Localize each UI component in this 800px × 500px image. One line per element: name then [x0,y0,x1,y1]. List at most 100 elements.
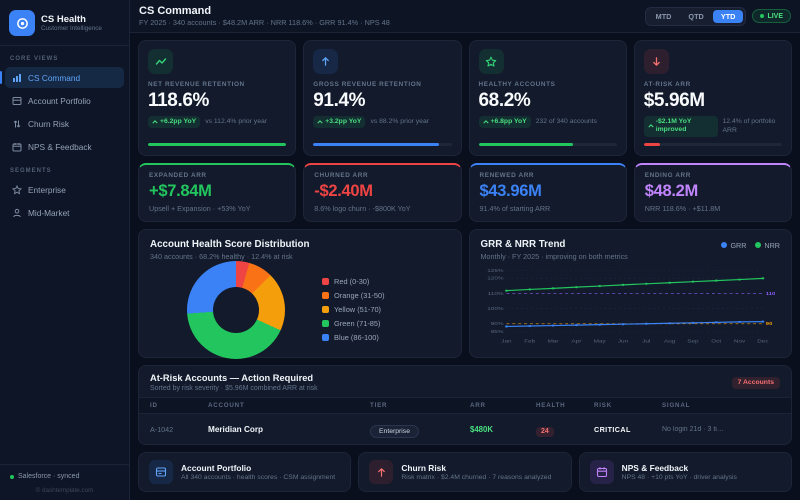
kpi-row: NET REVENUE RETENTION 118.6% +6.2pp YoY … [138,40,792,156]
svg-text:Jul: Jul [642,339,650,344]
sidebar-item-label: Account Portfolio [28,95,91,106]
range-ytd-button[interactable]: YTD [712,9,744,23]
svg-text:Mar: Mar [547,339,558,344]
cell-arr: $480K [470,424,493,434]
app-tagline: Customer Intelligence [41,25,102,33]
legend-item: Red (0-30) [322,277,449,286]
at-risk-table-card: At-Risk Accounts — Action Required Sorte… [138,365,792,445]
svg-text:Dec: Dec [757,339,768,344]
kpi-value: 118.6% [148,90,209,111]
svg-text:100%: 100% [487,307,503,312]
arr-card-renewed: RENEWED ARR $43.96M 91.4% of starting AR… [468,162,627,222]
arr-caption: Upsell + Expansion · +53% YoY [149,203,251,213]
page-title: CS Command [139,5,212,17]
app-name: CS Health [41,13,86,25]
kpi-progress-bar [478,142,617,146]
live-label: LIVE [767,12,783,20]
shortcut-caption: Risk matrix · $2.4M churned · 7 reasons … [401,474,552,482]
sidebar-item-churn-risk[interactable]: Churn Risk [5,113,124,134]
shortcut-churn-risk[interactable]: Churn Risk Risk matrix · $2.4M churned ·… [358,452,572,492]
sidebar-item-enterprise[interactable]: Enterprise [5,179,124,200]
sidebar-item-mid-market[interactable]: Mid-Market [5,202,124,223]
kpi-value: $5.96M [643,90,705,111]
charts-row: Account Health Score Distribution 340 ac… [138,228,792,359]
shortcut-caption: NPS 48 · +10 pts YoY · driver analysis [621,474,737,482]
cell-risk: CRITICAL [594,424,631,434]
sidebar-item-label: Mid-Market [28,207,70,218]
table-title: At-Risk Accounts — Action Required [150,373,314,383]
column-header-signal: SIGNAL [662,402,691,409]
column-header-arr: ARR [470,402,486,409]
arr-card-ending: ENDING ARR $48.2M NRR 118.6% · +$11.8M [633,162,792,222]
sidebar-footer: Salesforce · synced © dashtemplate.com [0,464,129,500]
health-donut-chart [187,260,286,359]
yoy-badge: +3.2pp YoY [313,116,366,129]
kpi-card-nrr: NET REVENUE RETENTION 118.6% +6.2pp YoY … [138,40,297,156]
column-header-id: ID [150,402,158,409]
calendar-icon [11,142,22,152]
kpi-caption: vs 88.2% prior year [370,118,430,125]
cell-account: Meridian Corp [208,424,264,434]
legend-item-nrr: NRR [755,241,780,250]
arr-value: -$2.40M [314,181,373,200]
kpi-caption: 12.4% of portfolio ARR [722,118,776,134]
sync-status-dot-icon [10,474,14,479]
table-subtitle: Sorted by risk severity · $5.96M combine… [150,385,318,392]
svg-text:Aug: Aug [663,339,674,344]
brand: CS Health Customer Intelligence [0,0,129,46]
svg-text:Jan: Jan [501,339,511,344]
arrow-down-icon [643,49,669,74]
sidebar-item-nps-feedback[interactable]: NPS & Feedback [5,136,124,157]
sidebar-item-account-portfolio[interactable]: Account Portfolio [5,90,124,111]
column-header-risk: RISK [594,402,612,409]
svg-text:120%: 120% [487,276,503,281]
calendar-icon [589,460,614,484]
kpi-progress-bar [313,142,452,146]
kpi-label: GROSS REVENUE RETENTION [313,81,422,88]
range-qtd-button[interactable]: QTD [680,10,711,23]
arr-label: ENDING ARR [644,171,691,179]
range-mtd-button[interactable]: MTD [648,10,680,23]
legend-item-grr: GRR [721,241,746,250]
svg-text:85%: 85% [490,329,503,334]
svg-text:Sep: Sep [687,339,698,344]
svg-text:90: 90 [765,322,772,327]
sync-status: Salesforce · synced [10,473,119,480]
sidebar-item-label: CS Command [28,72,81,83]
nav-section-segments: SEGMENTS [10,168,52,174]
rows-icon [11,96,22,106]
legend-item: Yellow (51-70) [322,305,449,314]
topbar: CS Command FY 2025 · 340 accounts · $48.… [130,0,800,33]
svg-text:Feb: Feb [524,339,535,344]
kpi-caption: 232 of 340 accounts [535,118,597,125]
health-distribution-card: Account Health Score Distribution 340 ac… [138,228,462,359]
sync-status-label: Salesforce · synced [18,473,80,480]
legend-item: Blue (86-100) [322,333,449,342]
shortcut-title: Churn Risk [401,462,447,473]
footer-cards-row: Account Portfolio All 340 accounts · hea… [138,452,792,492]
svg-text:90%: 90% [490,322,503,327]
shortcut-account-portfolio[interactable]: Account Portfolio All 340 accounts · hea… [138,452,352,492]
svg-text:Oct: Oct [711,339,721,344]
kpi-card-at-risk-arr: AT-RISK ARR $5.96M -$2.1M YoY improved 1… [633,40,792,156]
arr-label: EXPANDED ARR [149,171,207,179]
arr-row: EXPANDED ARR +$7.84M Upsell + Expansion … [138,162,792,222]
svg-text:Jun: Jun [617,339,627,344]
svg-text:May: May [593,339,605,344]
arr-label: CHURNED ARR [314,171,369,179]
chart-title: Account Health Score Distribution [150,238,310,250]
column-header-tier: TIER [370,402,388,409]
arr-value: $48.2M [644,181,699,200]
table-row[interactable]: A-1042 Meridian Corp Enterprise $480K 24… [139,414,791,444]
kpi-caption: vs 112.4% prior year [205,118,268,125]
arr-label: RENEWED ARR [479,171,535,179]
svg-text:110%: 110% [487,291,503,296]
kpi-progress-bar [148,142,287,146]
kpi-label: NET REVENUE RETENTION [148,81,245,88]
sidebar-item-cs-command[interactable]: CS Command [0,67,124,88]
cell-signal: No login 21d · 3 ti… [662,425,724,433]
shortcut-nps-feedback[interactable]: NPS & Feedback NPS 48 · +10 pts YoY · dr… [578,452,792,492]
sidebar: CS Health Customer Intelligence CORE VIE… [0,0,130,500]
nav-section-core-views: CORE VIEWS [10,56,59,62]
yoy-badge: +6.8pp YoY [478,116,531,129]
